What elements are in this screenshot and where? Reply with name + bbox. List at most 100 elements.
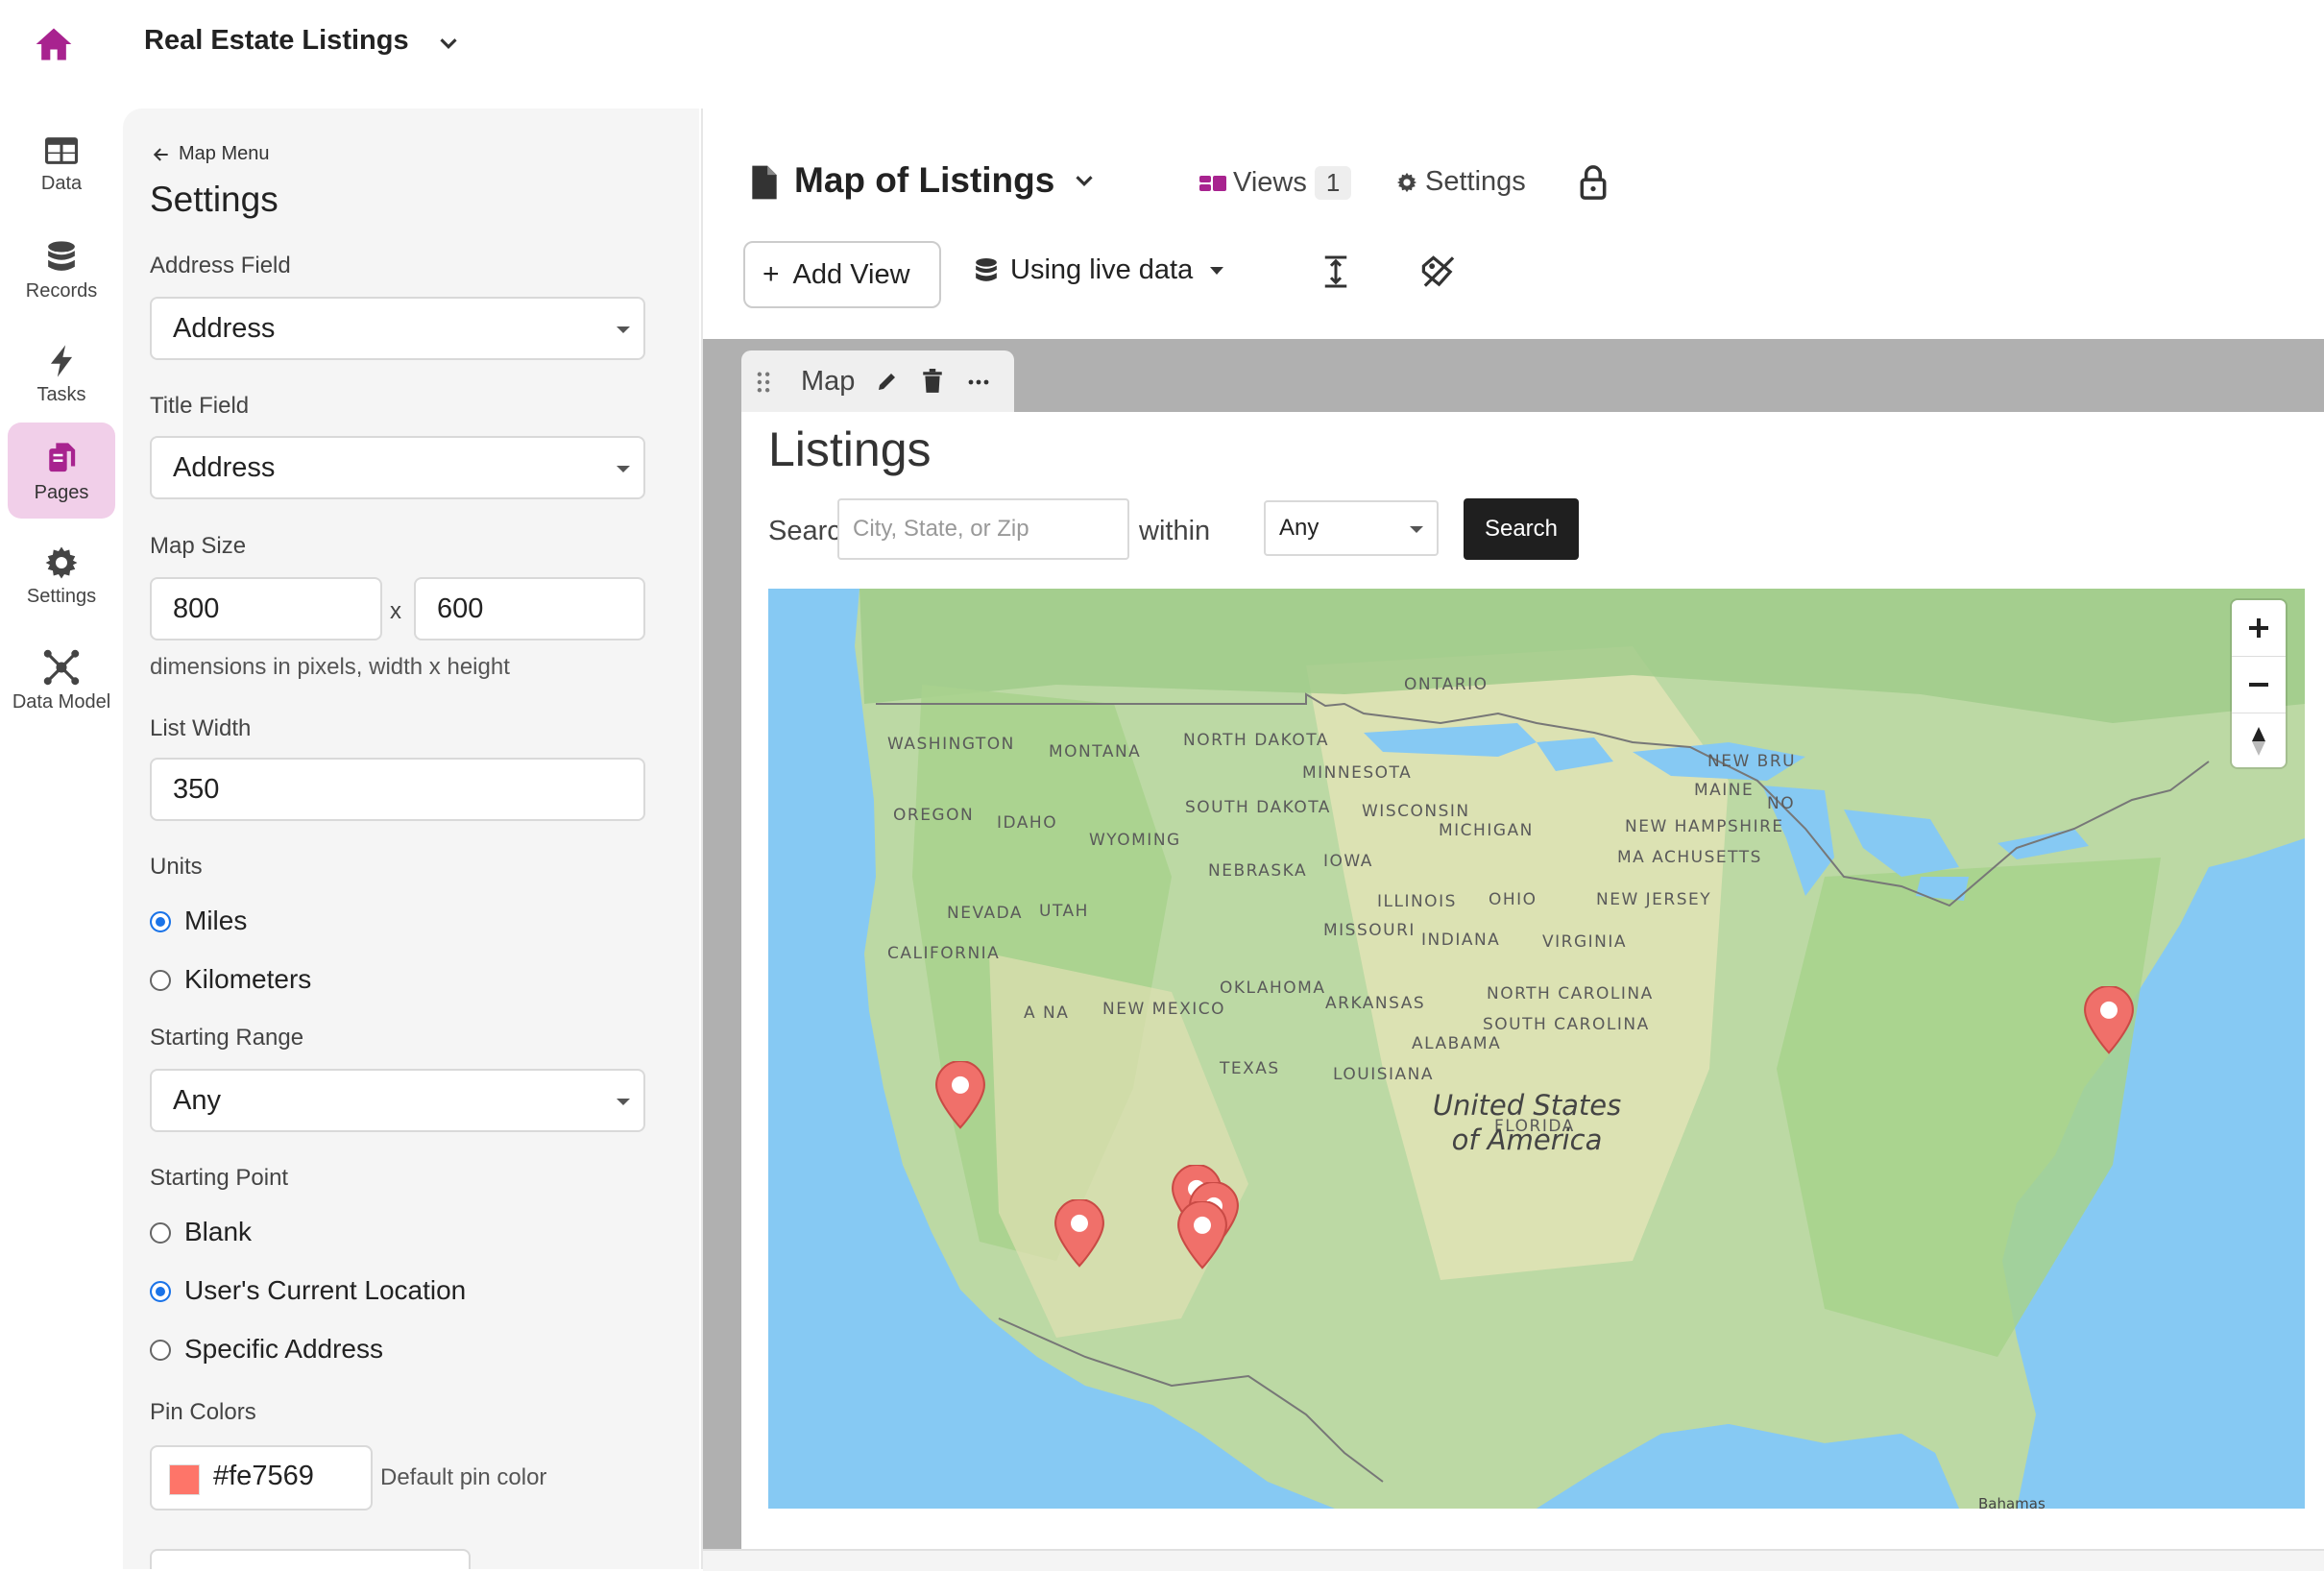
starting-range-label: Starting Range [150, 1025, 303, 1051]
app-title[interactable]: Real Estate Listings [144, 25, 409, 57]
radio-specific-address[interactable]: Specific Address [150, 1334, 383, 1365]
data-source-dropdown[interactable]: Using live data [974, 254, 1223, 286]
map-label-illinois: ILLINOIS [1377, 892, 1457, 911]
within-label: within [1139, 516, 1210, 547]
caret-down-icon [1210, 267, 1223, 275]
map-label-country: United States of America [1392, 1088, 1661, 1157]
zoom-out-button[interactable] [2232, 657, 2286, 713]
radio-dot[interactable] [150, 970, 171, 991]
views-button[interactable]: Views1 [1198, 166, 1351, 200]
caret-down-icon [617, 326, 630, 333]
database-icon [974, 256, 999, 285]
page-settings-button[interactable]: Settings [1396, 166, 1526, 198]
title-field-select[interactable]: Address [150, 436, 645, 499]
color-swatch[interactable] [169, 1464, 200, 1495]
map-label-new-jersey: NEW JERSEY [1596, 890, 1711, 909]
country-line-2: of America [1392, 1123, 1661, 1157]
trash-icon[interactable] [922, 369, 943, 394]
nav-item-pages[interactable]: Pages [8, 423, 115, 519]
view-tab-map[interactable]: Map [741, 350, 1014, 412]
list-width-input[interactable]: 350 [150, 758, 645, 821]
chevron-down-icon[interactable] [434, 29, 463, 58]
map-pin[interactable] [1175, 1201, 1229, 1270]
gear-icon [1396, 172, 1417, 193]
more-icon[interactable] [968, 379, 989, 385]
top-bar: Real Estate Listings [0, 0, 2324, 106]
drag-handle-icon[interactable] [757, 372, 770, 393]
pin-color-input[interactable]: #fe7569 [150, 1445, 373, 1511]
plus-icon: + [763, 258, 780, 290]
settings-label: Settings [1425, 166, 1526, 197]
left-nav: Data Records Tasks Pages Settings Data M… [0, 106, 121, 1569]
map-label-massachusetts: MA ACHUSETTS [1617, 848, 1762, 867]
back-label: Map Menu [179, 143, 270, 164]
map-label-south-carolina: SOUTH CAROLINA [1483, 1015, 1650, 1034]
address-field-select[interactable]: Address [150, 297, 645, 360]
builder-canvas: Map Listings Search City, State, or Zip … [703, 339, 2324, 1549]
radio-blank[interactable]: Blank [150, 1217, 252, 1247]
nav-item-records[interactable]: Records [8, 223, 115, 319]
nav-label: Records [8, 280, 115, 302]
map-label-ohio: OHIO [1489, 890, 1537, 909]
radio-dot[interactable] [150, 1281, 171, 1302]
map-width-input[interactable]: 800 [150, 577, 382, 640]
chevron-down-icon[interactable] [1070, 166, 1099, 195]
size-separator: x [390, 598, 401, 625]
next-field[interactable] [150, 1549, 471, 1569]
starting-range-select[interactable]: Any [150, 1069, 645, 1132]
compass-button[interactable] [2232, 713, 2286, 769]
design-off-icon[interactable] [1419, 254, 1456, 289]
map-label-new-mexico: NEW MEXICO [1102, 1000, 1225, 1019]
panel-title: Settings [150, 180, 278, 220]
nav-item-data-model[interactable]: Data Model [8, 632, 115, 728]
pin-colors-label: Pin Colors [150, 1399, 256, 1426]
map-size-hint: dimensions in pixels, width x height [150, 654, 510, 681]
location-search-input[interactable]: City, State, or Zip [837, 498, 1129, 560]
map-view-card: Listings Search City, State, or Zip with… [741, 412, 2324, 1549]
map-pin[interactable] [2082, 986, 2136, 1055]
map-pin[interactable] [933, 1061, 987, 1130]
radio-dot[interactable] [150, 1222, 171, 1244]
map-canvas[interactable]: ONTARIO WASHINGTON MONTANA NORTH DAKOTA … [768, 589, 2305, 1509]
map-label-montana: MONTANA [1049, 742, 1141, 761]
arrow-left-icon [152, 145, 171, 164]
range-select[interactable]: Any [1264, 500, 1439, 556]
back-link[interactable]: Map Menu [152, 143, 270, 165]
expand-height-icon[interactable] [1321, 254, 1350, 289]
map-terrain [768, 589, 2305, 1509]
map-height-input[interactable]: 600 [414, 577, 645, 640]
pin-color-hint: Default pin color [380, 1464, 546, 1491]
starting-point-label: Starting Point [150, 1165, 288, 1192]
lock-icon[interactable] [1579, 164, 1608, 201]
page-title[interactable]: Map of Listings [794, 160, 1054, 201]
radio-miles[interactable]: Miles [150, 906, 247, 936]
view-tab-label: Map [801, 366, 855, 398]
map-label-arizona: A NA [1024, 1003, 1069, 1023]
search-button[interactable]: Search [1464, 498, 1579, 560]
map-size-label: Map Size [150, 533, 246, 560]
pencil-icon[interactable] [876, 370, 899, 393]
radio-dot[interactable] [150, 911, 171, 932]
address-field-label: Address Field [150, 253, 291, 279]
map-label-north-carolina: NORTH CAROLINA [1487, 984, 1654, 1003]
map-pin[interactable] [1053, 1199, 1106, 1269]
map-label-oregon: OREGON [893, 806, 974, 825]
pin-color-value: #fe7569 [213, 1461, 314, 1492]
radio-kilometers[interactable]: Kilometers [150, 964, 311, 995]
map-label-virginia: VIRGINIA [1542, 932, 1627, 952]
caret-down-icon [617, 1099, 630, 1105]
radio-dot[interactable] [150, 1340, 171, 1361]
nav-item-settings[interactable]: Settings [8, 528, 115, 624]
map-label-new-hampshire: NEW HAMPSHIRE [1625, 817, 1784, 836]
nav-item-data[interactable]: Data [8, 117, 115, 213]
add-view-button[interactable]: +Add View [743, 241, 941, 308]
map-label-wisconsin: WISCONSIN [1362, 802, 1470, 821]
nav-label: Data Model [8, 691, 115, 713]
zoom-in-button[interactable] [2232, 600, 2286, 657]
units-label: Units [150, 854, 203, 881]
nav-item-tasks[interactable]: Tasks [8, 326, 115, 423]
radio-label: Specific Address [184, 1334, 383, 1364]
map-label-minnesota: MINNESOTA [1302, 763, 1412, 783]
radio-current-location[interactable]: User's Current Location [150, 1275, 466, 1306]
home-icon[interactable] [33, 23, 75, 65]
